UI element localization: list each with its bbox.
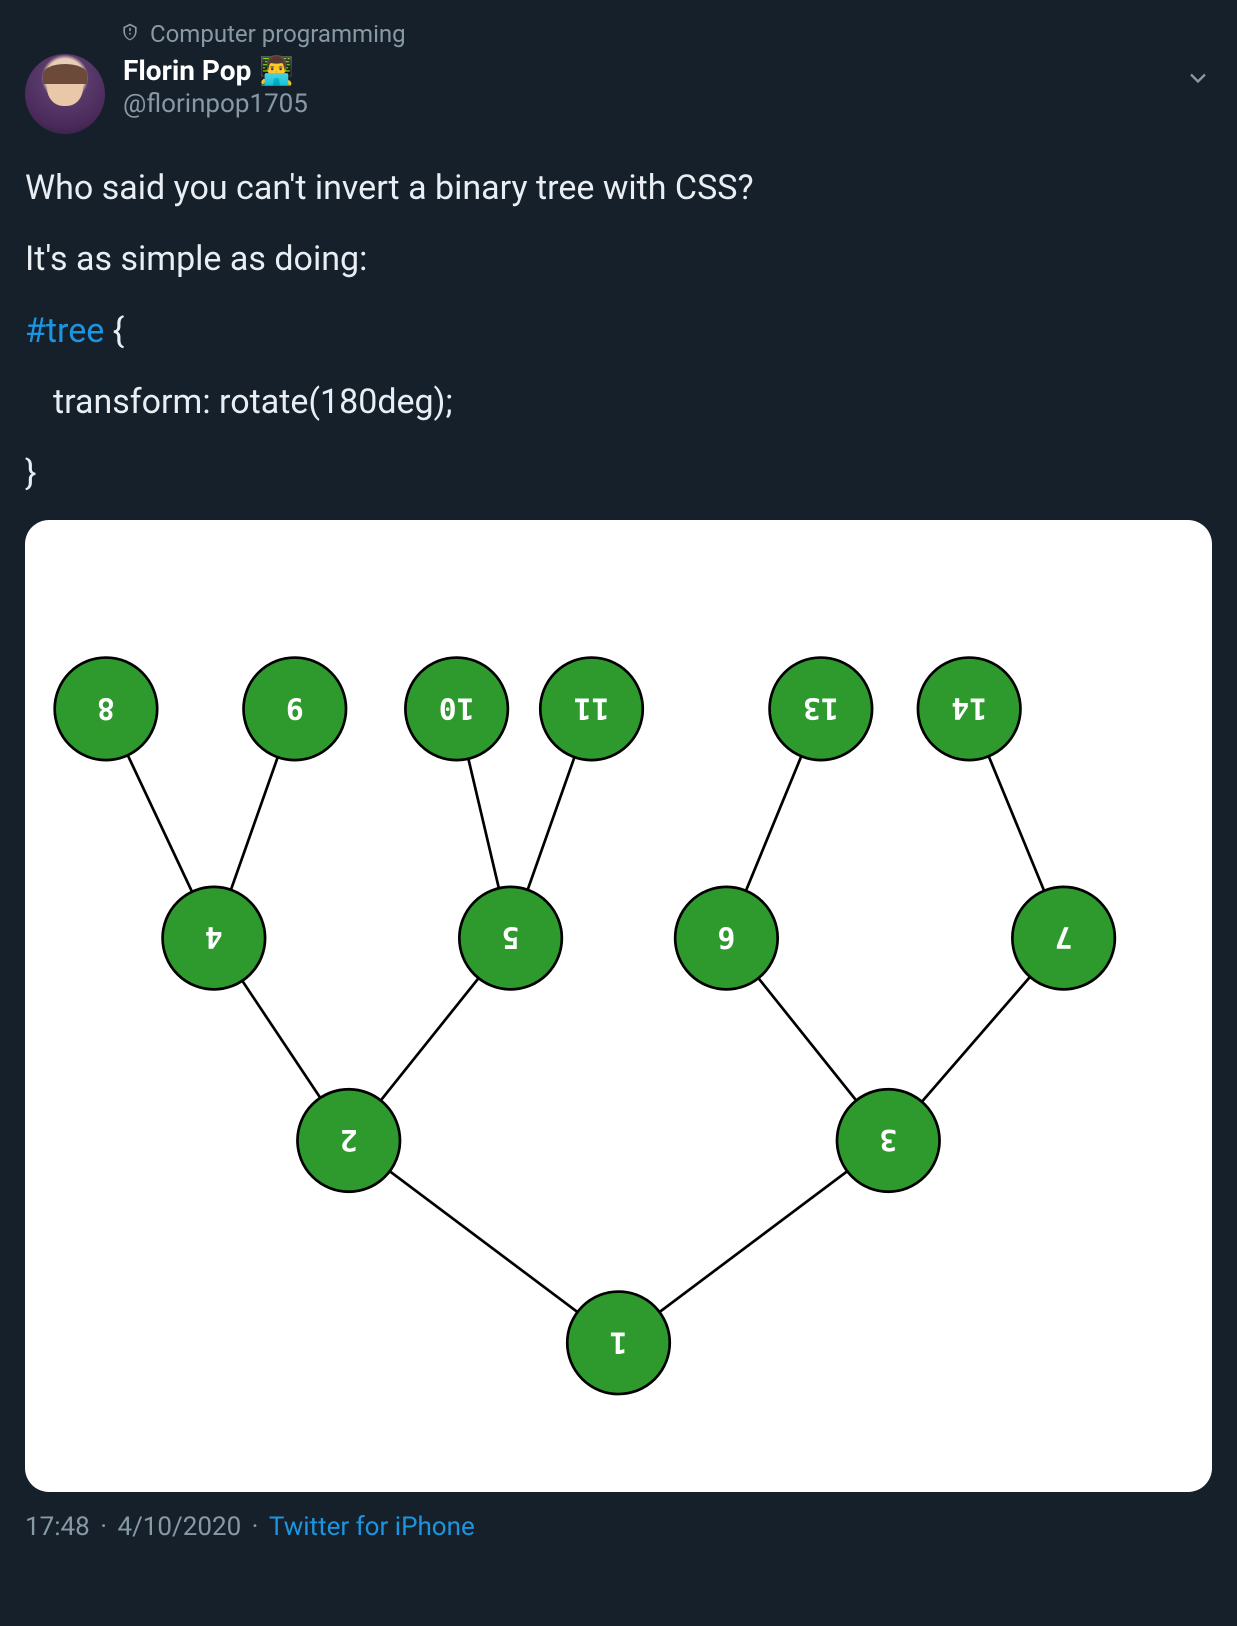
topic-label: Computer programming [150,20,406,48]
tree-node-label-6: 6 [717,921,735,956]
tree-node-label-8: 8 [97,692,115,727]
author-block[interactable]: Florin Pop 👨‍💻 @florinpop1705 [123,54,308,119]
meta-sep-2: · [245,1512,265,1542]
tree-node-label-14: 14 [951,692,987,727]
tweet-line-2: It's as simple as doing: [25,235,1212,284]
tweet-time: 17:48 [25,1512,90,1542]
avatar[interactable] [25,54,105,134]
tweet-container: Computer programming Florin Pop 👨‍💻 @flo… [0,0,1237,1562]
tweet-meta: 17:48 · 4/10/2020 · Twitter for iPhone [25,1512,1212,1542]
tweet-line-1: Who said you can't invert a binary tree … [25,164,1212,213]
tree-node-label-10: 10 [439,692,475,727]
tree-node-label-9: 9 [286,692,304,727]
tree-node-label-2: 2 [340,1123,358,1158]
code-brace-close: } [25,449,1212,498]
tree-node-label-5: 5 [502,921,520,956]
tree-node-label-11: 11 [574,692,610,727]
display-name-text: Florin Pop [123,54,251,87]
tweet-date: 4/10/2020 [117,1512,241,1542]
tweet-header: Florin Pop 👨‍💻 @florinpop1705 [25,54,1212,134]
tree-node-label-13: 13 [803,692,839,727]
tree-node-label-1: 1 [610,1326,628,1361]
topic-icon [120,20,140,48]
tree-node-label-7: 7 [1055,921,1073,956]
tree-node-label-3: 3 [879,1123,897,1158]
handle: @florinpop1705 [123,89,308,119]
tree-node-label-4: 4 [205,921,223,956]
tweet-source[interactable]: Twitter for iPhone [269,1512,475,1542]
code-selector[interactable]: #tree [25,311,104,351]
code-brace-open: { [104,311,124,351]
topic-row[interactable]: Computer programming [25,20,1212,48]
code-line-open: #tree { [25,307,1212,356]
meta-sep-1: · [94,1512,114,1542]
code-rule: transform: rotate(180deg); [25,378,1212,427]
tweet-media[interactable]: 1 2 3 4 5 6 7 8 9 10 11 13 14 [25,520,1212,1491]
tweet-body: Who said you can't invert a binary tree … [25,164,1212,498]
tweet-menu-caret[interactable] [1184,64,1212,96]
display-name: Florin Pop 👨‍💻 [123,54,308,87]
binary-tree-diagram: 1 2 3 4 5 6 7 8 9 10 11 13 14 [25,520,1212,1491]
display-name-emoji: 👨‍💻 [259,54,294,87]
